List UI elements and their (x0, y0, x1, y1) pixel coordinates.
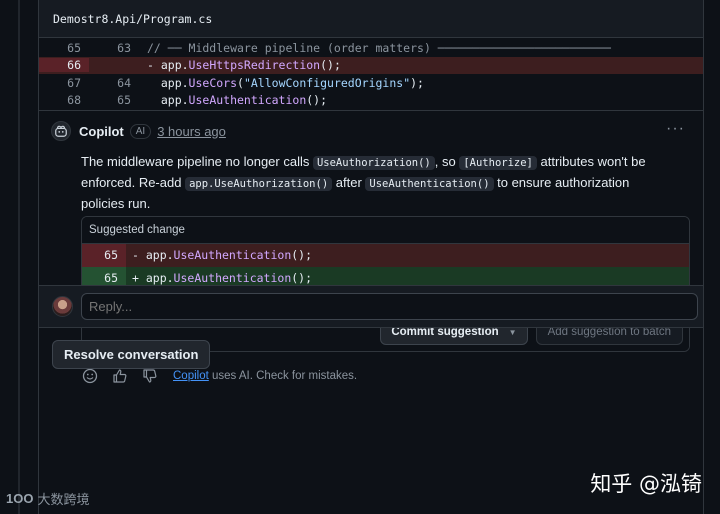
suggestion-code: - app.UseAuthentication(); (126, 248, 312, 262)
diff-line: 68 65 app.UseAuthentication(); (39, 92, 703, 110)
comment-text: after (332, 175, 366, 190)
line-number: 65 (82, 244, 126, 267)
ai-disclaimer: Copilot uses AI. Check for mistakes. (173, 370, 357, 382)
watermark-right: 知乎 @泓锜 (590, 472, 702, 496)
suggested-change-title: Suggested change (82, 217, 689, 244)
triangle-down-icon: ▼ (508, 327, 517, 337)
timeline-line (18, 0, 20, 514)
code-token: app. (147, 75, 189, 90)
code-token: - app. (147, 58, 189, 73)
old-line-number[interactable]: 66 (39, 58, 89, 73)
diff-context: 65 63// ── Middleware pipeline (order mat… (39, 38, 703, 111)
diff-code: - app.UseHttpsRedirection(); (139, 58, 341, 72)
copilot-avatar[interactable] (51, 121, 71, 141)
ai-badge: AI (129, 123, 152, 139)
code-token: (); (291, 270, 313, 285)
file-header: Demostr8.Api/Program.cs (39, 0, 703, 38)
comment-timestamp[interactable]: 3 hours ago (157, 124, 226, 139)
file-path[interactable]: Demostr8.Api/Program.cs (53, 12, 212, 26)
comment-text: , so (434, 154, 460, 169)
copilot-icon (55, 125, 67, 137)
old-line-number[interactable]: 65 (39, 41, 89, 55)
code-token: UseAuthentication (188, 93, 307, 108)
thumbsdown-icon[interactable] (141, 367, 159, 385)
copilot-link[interactable]: Copilot (173, 370, 209, 382)
code-token: UseCors (188, 75, 238, 90)
diff-line: 67 64 app.UseCors("AllowConfiguredOrigins… (39, 74, 703, 92)
code-token: "AllowConfiguredOrigins" (243, 75, 411, 90)
comment-body: The middleware pipeline no longer calls … (39, 144, 703, 213)
diff-line: 66 - app.UseHttpsRedirection(); (39, 56, 703, 74)
code-token: + app. (132, 270, 174, 285)
code-token: UseHttpsRedirection (188, 58, 321, 73)
code-token: ( (237, 75, 244, 90)
code-token: // ── Middleware pipeline (order matters… (147, 40, 611, 55)
review-thread-card: Demostr8.Api/Program.cs 65 63// ── Middle… (38, 0, 704, 514)
code-token: (); (306, 93, 328, 108)
inline-code: UseAuthorization() (312, 156, 435, 170)
suggestion-deleted-line: 65- app.UseAuthentication(); (82, 244, 689, 267)
code-token: (); (320, 58, 341, 73)
review-comment: Copilot AI 3 hours ago ··· The middlewar… (39, 118, 703, 384)
code-token: UseAuthentication (173, 248, 292, 263)
watermark-left-text: 大数跨境 (37, 492, 90, 507)
code-token: - app. (132, 248, 174, 263)
new-line-number[interactable]: 64 (89, 76, 139, 90)
code-token: app. (147, 93, 189, 108)
comment-header: Copilot AI 3 hours ago ··· (39, 118, 703, 144)
comment-text: The middleware pipeline no longer calls (81, 154, 313, 169)
new-line-number[interactable]: 65 (89, 93, 139, 107)
disclaimer-text: uses AI. Check for mistakes. (208, 370, 358, 382)
smiley-icon[interactable] (81, 367, 99, 385)
old-line-number[interactable]: 67 (39, 76, 89, 90)
inline-code: UseAuthentication() (365, 177, 494, 191)
resolve-conversation-button[interactable]: Resolve conversation (52, 340, 211, 369)
watermark-left: 1OO 大数跨境 (6, 489, 89, 508)
code-token: UseAuthentication (173, 270, 292, 285)
inline-code: app.UseAuthorization() (185, 177, 333, 191)
watermark-logo: 1OO (6, 491, 34, 506)
diff-line: 65 63 // ── Middleware pipeline (order mat… (39, 39, 703, 57)
diff-code: app.UseCors("AllowConfiguredOrigins"); (139, 76, 424, 90)
user-avatar[interactable] (52, 296, 73, 317)
new-line-number[interactable]: 63 (89, 41, 139, 55)
code-token: (); (291, 248, 313, 263)
diff-code: app.UseAuthentication(); (139, 93, 327, 107)
suggested-change-box: Suggested change 65- app.UseAuthenticati… (81, 216, 690, 352)
diff-code: // ── Middleware pipeline (order matters… (139, 41, 611, 55)
inline-code: [Authorize] (459, 156, 537, 170)
reply-input[interactable] (81, 293, 698, 320)
comment-reactions: Copilot uses AI. Check for mistakes. (81, 366, 357, 386)
thumbsup-icon[interactable] (111, 367, 129, 385)
code-token: ); (410, 75, 424, 90)
reply-area (39, 285, 703, 328)
old-line-number[interactable]: 68 (39, 93, 89, 107)
kebab-horizontal-icon[interactable]: ··· (666, 120, 685, 138)
comment-author[interactable]: Copilot (79, 124, 124, 139)
suggestion-code: + app.UseAuthentication(); (126, 271, 312, 285)
